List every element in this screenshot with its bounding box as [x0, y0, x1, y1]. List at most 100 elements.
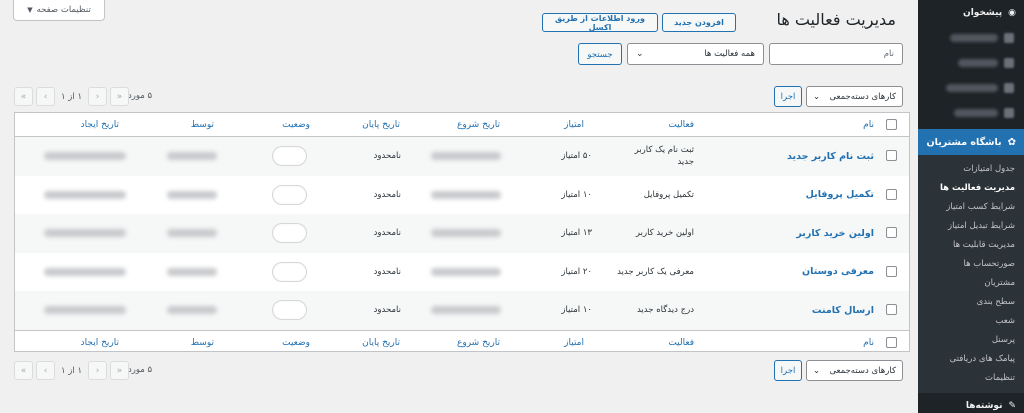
activity-select-value: همه فعالیت ها [704, 49, 755, 59]
sidebar-item-blurred[interactable] [918, 25, 1024, 50]
row-checkbox[interactable] [886, 150, 897, 161]
last-page-button[interactable]: » [110, 87, 130, 106]
column-footer-activity[interactable]: فعالیت [668, 331, 694, 355]
submenu-received-sms[interactable]: پیامک های دریافتی [918, 349, 1024, 368]
table-row: ثبت نام کاربر جدید ثبت نام یک کاربر جدید… [15, 137, 909, 176]
submenu-features-management[interactable]: مدیریت قابلیت ها [918, 235, 1024, 254]
column-footer-created[interactable]: تاریخ ایجاد [81, 331, 119, 355]
sidebar-item-label: باشگاه مشتریان [926, 136, 1002, 148]
sidebar-item-customer-club[interactable]: ✿ باشگاه مشتریان [911, 129, 1024, 155]
submenu-activity-management[interactable]: مدیریت فعالیت ها [918, 178, 1024, 197]
author-blurred [167, 214, 217, 253]
sidebar-item-posts[interactable]: ✎ نوشته‌ها [918, 393, 1024, 413]
bulk-actions-value: کارهای دسته‌جمعی [829, 91, 896, 102]
sidebar-item-label: نوشته‌ها [965, 401, 1003, 411]
sidebar-item-blurred[interactable] [918, 100, 1024, 125]
column-footer-name[interactable]: نام [863, 331, 874, 355]
column-footer-status[interactable]: وضعیت [282, 331, 310, 355]
end-date: نامحدود [373, 228, 401, 239]
submenu-conversion-conditions[interactable]: شرایط تبدیل امتیاز [918, 216, 1024, 235]
column-header-status[interactable]: وضعیت [282, 113, 310, 136]
activity-description: ثبت نام یک کاربر جدید [634, 144, 694, 168]
column-header-name[interactable]: نام [863, 113, 874, 136]
activity-name-link[interactable]: اولین خرید کاربر [796, 214, 874, 253]
table-row: معرفی دوستان معرفی یک کاربر جدید ۲۰ امتی… [15, 253, 909, 292]
column-footer-points[interactable]: امتیاز [564, 331, 584, 355]
sidebar-item-blurred[interactable] [918, 50, 1024, 75]
row-checkbox[interactable] [886, 227, 897, 238]
activity-points: ۱۰ امتیاز [561, 189, 592, 200]
end-date: نامحدود [373, 266, 401, 277]
sidebar-item-label: پیشخوان [963, 7, 1003, 18]
table-row: تکمیل پروفایل تکمیل پروفایل ۱۰ امتیاز نا… [15, 176, 909, 215]
activity-description: درج دیدگاه جدید [636, 305, 694, 316]
select-all-checkbox[interactable] [886, 119, 897, 130]
bulk-actions-select-top[interactable]: کارهای دسته‌جمعی ⌄ [806, 86, 903, 107]
submenu-customers[interactable]: مشتریان [918, 273, 1024, 292]
activity-description: معرفی یک کاربر جدید [617, 266, 694, 277]
submenu-earning-conditions[interactable]: شرایط کسب امتیاز [918, 197, 1024, 216]
screen-options-button[interactable]: تنظیمات صفحه ▼ [13, 0, 105, 21]
activity-filter-select[interactable]: همه فعالیت ها ⌄ [627, 43, 764, 65]
row-checkbox[interactable] [886, 265, 897, 277]
sidebar-item-blurred[interactable] [918, 75, 1024, 100]
column-footer-end-date[interactable]: تاریخ پایان [362, 331, 400, 355]
table-row: ارسال کامنت درج دیدگاه جدید ۱۰ امتیاز نا… [15, 291, 909, 330]
author-blurred [167, 137, 217, 176]
chevron-down-icon: ⌄ [813, 91, 821, 102]
group-icon: ✿ [1007, 136, 1016, 148]
status-toggle[interactable] [272, 291, 307, 330]
status-toggle[interactable] [272, 214, 307, 253]
activity-name-link[interactable]: معرفی دوستان [802, 253, 874, 292]
column-footer-by[interactable]: توسط [191, 331, 214, 355]
first-page-button[interactable]: « [14, 361, 33, 380]
first-page-button[interactable]: « [14, 87, 33, 106]
page-indicator: ۱ از ۱ [61, 91, 83, 102]
last-page-button[interactable]: » [110, 361, 130, 380]
select-all-checkbox-footer[interactable] [886, 336, 897, 348]
author-blurred [167, 253, 217, 292]
bulk-actions-select-bottom[interactable]: کارهای دسته‌جمعی ⌄ [806, 360, 903, 381]
author-blurred [167, 291, 217, 330]
sidebar-item-dashboard[interactable]: ◉ پیشخوان [918, 0, 1024, 25]
column-header-end-date[interactable]: تاریخ پایان [362, 113, 400, 136]
column-header-by[interactable]: توسط [191, 113, 214, 136]
row-checkbox[interactable] [886, 188, 897, 200]
submenu-branches[interactable]: شعب [918, 311, 1024, 330]
column-header-activity[interactable]: فعالیت [668, 113, 694, 136]
status-toggle[interactable] [272, 176, 307, 215]
import-excel-button[interactable]: ورود اطلاعات از طریق اکسل [542, 13, 658, 32]
next-page-button[interactable]: › [88, 87, 108, 106]
start-date-blurred [431, 176, 501, 215]
bulk-actions-value: کارهای دسته‌جمعی [829, 365, 896, 376]
activity-name-link[interactable]: ثبت نام کاربر جدید [787, 137, 874, 176]
activity-name-link[interactable]: ارسال کامنت [812, 291, 874, 330]
activity-name-link[interactable]: تکمیل پروفایل [806, 176, 874, 215]
apply-button-top[interactable]: اجرا [774, 86, 802, 107]
created-date-blurred [44, 176, 126, 215]
prev-page-button[interactable]: ‹ [36, 87, 55, 106]
name-search-input[interactable]: نام [769, 43, 903, 65]
add-new-button[interactable]: افزودن جدید [662, 13, 736, 32]
submenu-invoices[interactable]: صورتحساب ها [918, 254, 1024, 273]
column-footer-start-date[interactable]: تاریخ شروع [457, 331, 500, 355]
status-toggle[interactable] [272, 137, 307, 176]
column-header-points[interactable]: امتیاز [564, 113, 584, 136]
end-date: نامحدود [373, 305, 401, 316]
search-button[interactable]: جستجو [578, 43, 622, 65]
table-header-row: نام فعالیت امتیاز تاریخ شروع تاریخ پایان… [15, 113, 909, 137]
activity-description: تکمیل پروفایل [643, 189, 694, 200]
submenu-leveling[interactable]: سطح بندی [918, 292, 1024, 311]
submenu-points-table[interactable]: جدول امتیازات [918, 159, 1024, 178]
status-toggle[interactable] [272, 253, 307, 292]
prev-page-button[interactable]: ‹ [36, 361, 55, 380]
column-header-created[interactable]: تاریخ ایجاد [81, 113, 119, 136]
activity-points: ۱۰ امتیاز [561, 305, 592, 316]
column-header-start-date[interactable]: تاریخ شروع [457, 113, 500, 136]
created-date-blurred [44, 137, 126, 176]
submenu-staff[interactable]: پرسنل [918, 330, 1024, 349]
next-page-button[interactable]: › [88, 361, 108, 380]
submenu-settings[interactable]: تنظیمات [918, 368, 1024, 387]
row-checkbox[interactable] [886, 304, 897, 315]
apply-button-bottom[interactable]: اجرا [774, 360, 802, 381]
